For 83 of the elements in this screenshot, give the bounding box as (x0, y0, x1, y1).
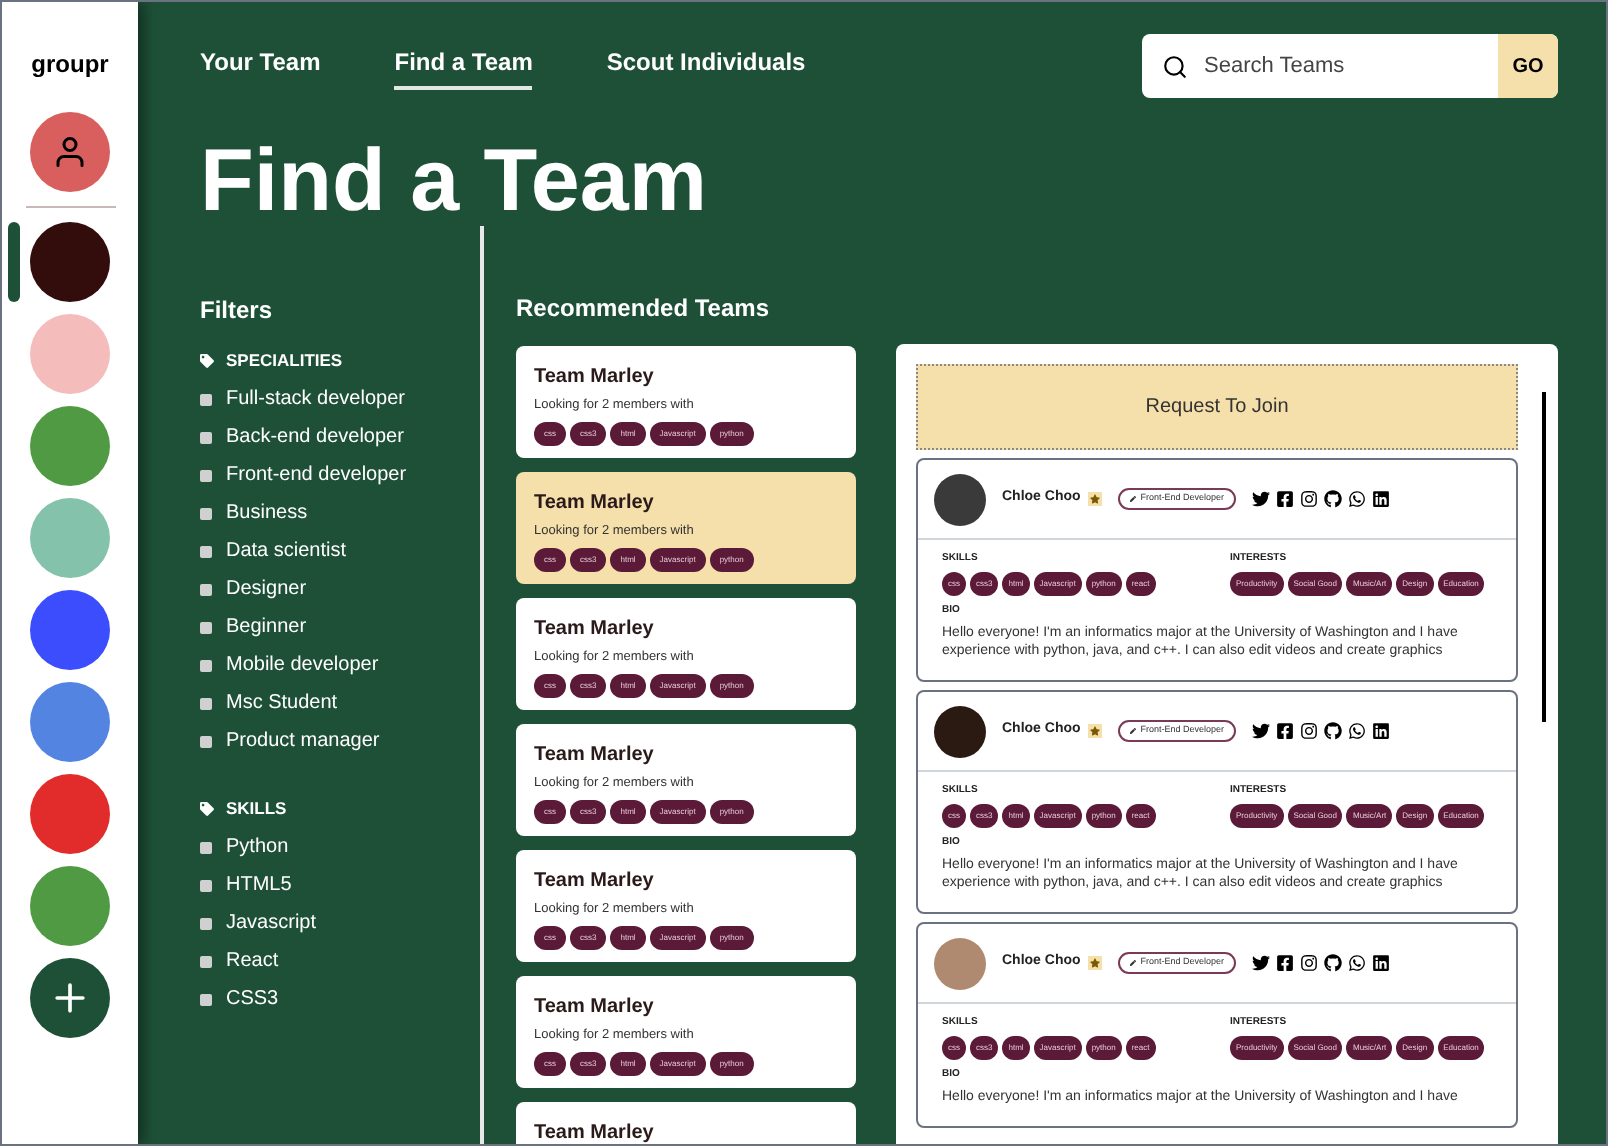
checkbox[interactable] (200, 659, 212, 672)
tag-icon (200, 353, 214, 368)
group-button[interactable] (30, 222, 110, 302)
recommended-heading: Recommended Teams (516, 292, 771, 326)
request-to-join-button[interactable]: Request To Join (916, 364, 1518, 450)
team-card[interactable]: Team Marley (516, 1102, 856, 1144)
filter-label: Mobile developer (226, 651, 379, 680)
checkbox[interactable] (200, 697, 212, 710)
checkbox[interactable] (200, 955, 212, 967)
filter-label: Back-end developer (226, 423, 404, 452)
filter-label: Data scientist (226, 537, 347, 566)
star-icon (1088, 724, 1103, 738)
checkbox[interactable] (200, 469, 212, 482)
team-name: Team Marley (534, 616, 656, 644)
checkbox[interactable] (200, 993, 212, 1005)
user-icon (52, 134, 88, 170)
nav-tab[interactable]: Your Team (200, 43, 321, 89)
filter-label: Business (226, 499, 308, 528)
linkedin-icon[interactable] (1372, 722, 1391, 740)
twitter-icon[interactable] (1252, 722, 1271, 740)
checkbox[interactable] (200, 583, 212, 596)
filters-heading: Filters (200, 294, 275, 328)
instagram-icon[interactable] (1300, 722, 1319, 740)
github-icon[interactable] (1324, 490, 1343, 508)
star-icon (1088, 956, 1103, 970)
search-field[interactable]: Search Teams GO (1142, 34, 1558, 98)
checkbox[interactable] (200, 917, 212, 929)
team-name: Team Marley (534, 1120, 656, 1144)
checkbox[interactable] (200, 393, 212, 406)
nav-tab[interactable]: Scout Individuals (606, 43, 806, 89)
section-heading: SPECIALITIES (226, 348, 343, 374)
facebook-icon[interactable] (1276, 722, 1295, 740)
checkbox[interactable] (200, 621, 212, 634)
checkbox[interactable] (200, 841, 212, 853)
facebook-icon[interactable] (1276, 490, 1295, 508)
linkedin-icon[interactable] (1372, 954, 1391, 972)
whatsapp-icon[interactable] (1348, 954, 1367, 972)
scrollbar[interactable] (1542, 392, 1546, 722)
filter-label: HTML5 (226, 871, 292, 899)
selection-indicator (8, 222, 20, 302)
filter-label: Product manager (226, 727, 380, 756)
pen-icon (1130, 960, 1137, 966)
instagram-icon[interactable] (1300, 954, 1319, 972)
team-name: Team Marley (534, 364, 656, 392)
add-group-button[interactable] (30, 958, 110, 1038)
filter-label: Javascript (226, 909, 317, 937)
filter-label: Msc Student (226, 689, 338, 718)
facebook-icon[interactable] (1276, 954, 1295, 972)
tag-icon (200, 801, 214, 816)
github-icon[interactable] (1324, 954, 1343, 972)
filter-label: Python (226, 833, 289, 861)
team-name: Team Marley (534, 742, 656, 770)
star-icon (1088, 492, 1103, 506)
filter-label: React (226, 947, 279, 975)
filter-label: Beginner (226, 613, 307, 642)
profile-button[interactable] (30, 112, 110, 192)
whatsapp-icon[interactable] (1348, 490, 1367, 508)
team-name: Team Marley (534, 868, 656, 896)
checkbox[interactable] (200, 431, 212, 444)
linkedin-icon[interactable] (1372, 490, 1391, 508)
team-name: Team Marley (534, 994, 656, 1022)
section-heading: SKILLS (226, 795, 287, 821)
whatsapp-icon[interactable] (1348, 722, 1367, 740)
filter-label: CSS3 (226, 985, 279, 1013)
checkbox[interactable] (200, 879, 212, 891)
app-logo: groupr (31, 48, 109, 82)
team-name: Team Marley (534, 490, 656, 518)
twitter-icon[interactable] (1252, 954, 1271, 972)
checkbox[interactable] (200, 545, 212, 558)
filter-label: Front-end developer (226, 461, 407, 490)
go-button[interactable]: GO (1498, 34, 1558, 98)
instagram-icon[interactable] (1300, 490, 1319, 508)
pen-icon (1130, 728, 1137, 734)
github-icon[interactable] (1324, 722, 1343, 740)
filter-label: Full-stack developer (226, 385, 405, 414)
twitter-icon[interactable] (1252, 490, 1271, 508)
pen-icon (1130, 496, 1137, 502)
filter-label: Designer (226, 575, 307, 604)
checkbox[interactable] (200, 507, 212, 520)
search-icon (1162, 53, 1188, 79)
nav-tab[interactable]: Find a Team (394, 43, 533, 89)
page-title: Find a Team (200, 138, 709, 226)
checkbox[interactable] (200, 735, 212, 748)
